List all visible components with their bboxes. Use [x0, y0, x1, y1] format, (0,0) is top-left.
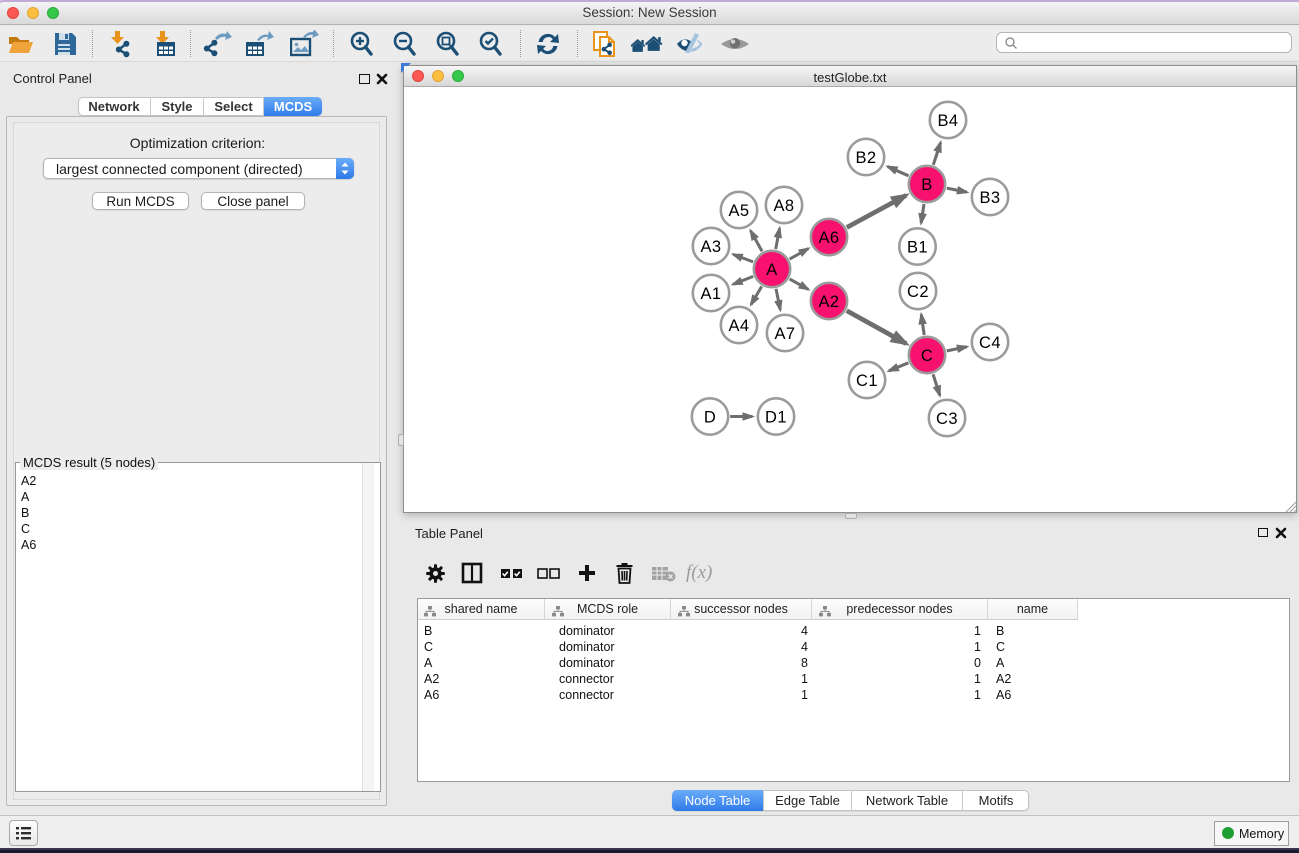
svg-text:C2: C2	[907, 283, 929, 301]
svg-text:A: A	[766, 261, 777, 279]
svg-text:B2: B2	[856, 149, 877, 167]
svg-text:A4: A4	[729, 317, 750, 335]
svg-text:A8: A8	[774, 197, 795, 215]
svg-text:A1: A1	[701, 285, 722, 303]
svg-text:D1: D1	[765, 408, 787, 426]
svg-text:A5: A5	[729, 202, 750, 220]
svg-text:B4: B4	[938, 112, 959, 130]
svg-text:D: D	[704, 408, 716, 426]
svg-text:B: B	[921, 176, 932, 194]
svg-text:C4: C4	[979, 334, 1001, 352]
svg-text:A3: A3	[701, 238, 722, 256]
svg-text:C3: C3	[936, 410, 958, 428]
svg-text:C: C	[921, 347, 933, 365]
svg-text:C1: C1	[856, 372, 878, 390]
svg-text:B1: B1	[907, 238, 928, 256]
svg-text:A7: A7	[775, 325, 796, 343]
svg-text:A2: A2	[819, 293, 840, 311]
svg-text:A6: A6	[819, 229, 840, 247]
svg-text:B3: B3	[980, 189, 1001, 207]
